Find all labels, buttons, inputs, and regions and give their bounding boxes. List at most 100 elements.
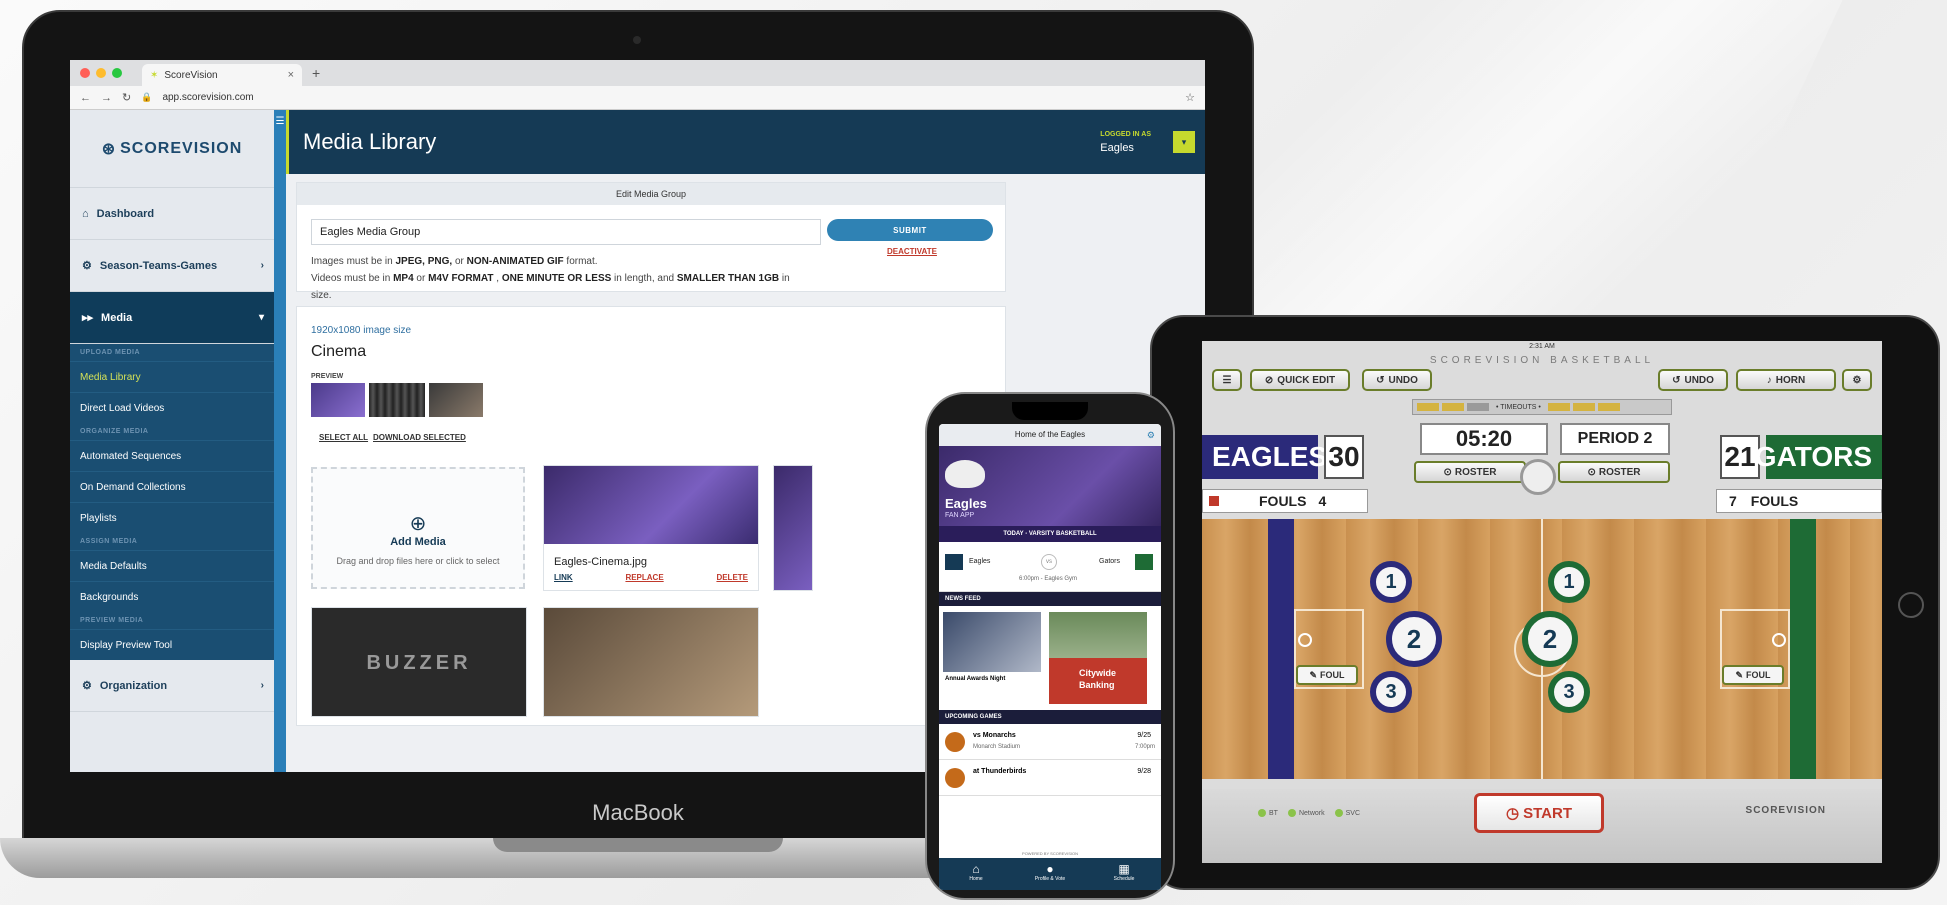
hamburger-menu-icon[interactable]: ☰ xyxy=(274,116,286,127)
page-title: Media Library xyxy=(303,129,437,154)
news-photo[interactable] xyxy=(943,612,1041,672)
away-player-1[interactable]: 1 xyxy=(1548,561,1590,603)
back-icon[interactable]: ← xyxy=(80,92,91,104)
settings-icon[interactable]: ⚙ xyxy=(1147,424,1155,446)
preview-thumbnail[interactable] xyxy=(311,383,365,417)
laptop-notch xyxy=(493,838,783,852)
home-fouls-count[interactable]: 4 xyxy=(1318,493,1326,509)
timeout-indicator[interactable] xyxy=(1417,403,1439,411)
sidebar-item-organization[interactable]: ⚙ Organization › xyxy=(70,660,274,712)
image-size-label: 1920x1080 image size xyxy=(311,325,412,336)
select-all-link[interactable]: SELECT ALL xyxy=(319,433,368,442)
tab-schedule[interactable]: ▦ Schedule xyxy=(1087,858,1161,890)
game-time: 6:00pm - Eagles Gym xyxy=(1019,576,1078,582)
todays-game[interactable]: Eagles vs Gators 6:00pm - Eagles Gym xyxy=(939,542,1161,592)
download-selected-link[interactable]: DOWNLOAD SELECTED xyxy=(373,433,466,442)
replace-button[interactable]: REPLACE xyxy=(625,573,663,582)
undo-home-button[interactable]: ↺ UNDO xyxy=(1362,369,1432,391)
timeout-indicator[interactable] xyxy=(1572,403,1595,411)
media-item-card[interactable] xyxy=(773,465,813,591)
settings-button[interactable]: ⚙ xyxy=(1842,369,1872,391)
media-thumbnail[interactable]: BUZZER BEATER xyxy=(311,607,527,717)
media-thumbnail[interactable] xyxy=(544,466,758,544)
away-hoop-icon xyxy=(1772,633,1786,647)
media-item-card[interactable]: Eagles-Cinema.jpg LINK REPLACE DELETE xyxy=(543,465,759,591)
away-team-logo xyxy=(1135,554,1153,570)
menu-button[interactable]: ☰ xyxy=(1212,369,1242,391)
close-window-icon[interactable] xyxy=(80,68,90,78)
timeout-indicator[interactable] xyxy=(1547,403,1570,411)
bookmark-star-icon[interactable]: ☆ xyxy=(1185,91,1195,104)
maximize-window-icon[interactable] xyxy=(112,68,122,78)
away-roster-button[interactable]: ⊙ ROSTER xyxy=(1558,461,1670,483)
browser-tab[interactable]: ✶ ScoreVision × xyxy=(142,64,302,86)
sidebar-item-label: Media xyxy=(101,311,133,324)
undo-away-button[interactable]: ↺ UNDO xyxy=(1658,369,1728,391)
submenu-item-backgrounds[interactable]: Backgrounds xyxy=(70,581,274,612)
new-tab-button[interactable]: + xyxy=(312,65,320,81)
preview-thumbnail[interactable] xyxy=(369,383,425,417)
tab-home[interactable]: ⌂ Home xyxy=(939,858,1013,890)
tab-close-icon[interactable]: × xyxy=(288,69,294,81)
timeout-indicator[interactable] xyxy=(1597,403,1620,411)
timeout-indicator[interactable] xyxy=(1467,403,1489,411)
home-roster-button[interactable]: ⊙ ROSTER xyxy=(1414,461,1526,483)
submit-button[interactable]: SUBMIT xyxy=(827,219,993,241)
reload-icon[interactable]: ↻ xyxy=(122,91,131,104)
sponsor-ad[interactable]: Citywide Banking xyxy=(1049,612,1147,704)
sidebar-item-season-teams-games[interactable]: ⚙ Season-Teams-Games › xyxy=(70,240,274,292)
clock-icon: ◷ xyxy=(1506,805,1520,822)
home-score[interactable]: 30 xyxy=(1324,435,1364,479)
tablet-home-button[interactable] xyxy=(1898,592,1924,618)
away-fouls-count[interactable]: 7 xyxy=(1729,493,1737,509)
preview-thumbnail[interactable] xyxy=(429,383,483,417)
home-player-1[interactable]: 1 xyxy=(1370,561,1412,603)
user-menu-button[interactable]: ▾ xyxy=(1173,131,1195,153)
minimize-window-icon[interactable] xyxy=(96,68,106,78)
start-clock-button[interactable]: ◷ START xyxy=(1474,793,1604,833)
possession-logo-icon[interactable] xyxy=(1520,459,1556,495)
submenu-item-on-demand-collections[interactable]: On Demand Collections xyxy=(70,471,274,502)
home-foul-button[interactable]: ✎ FOUL xyxy=(1296,665,1358,685)
game-clock[interactable]: 05:20 xyxy=(1420,423,1548,455)
upcoming-game[interactable]: at Thunderbirds 9/28 xyxy=(939,760,1161,796)
url-field[interactable]: app.scorevision.com xyxy=(162,92,1175,103)
undo-icon: ↺ xyxy=(1672,374,1681,386)
away-team-name: GATORS xyxy=(1755,435,1882,479)
scorevision-logo[interactable]: ⊛ SCOREVISION xyxy=(70,110,274,188)
home-player-3[interactable]: 3 xyxy=(1370,671,1412,713)
tab-profile-vote[interactable]: ● Profile & Vote xyxy=(1013,858,1087,890)
submenu-item-direct-load-videos[interactable]: Direct Load Videos xyxy=(70,392,274,423)
sidebar-item-dashboard[interactable]: ⌂ Dashboard xyxy=(70,188,274,240)
away-foul-button[interactable]: ✎ FOUL xyxy=(1722,665,1784,685)
sidebar-item-media[interactable]: ▸▸ Media ▾ xyxy=(70,292,274,344)
timeout-indicator[interactable] xyxy=(1442,403,1464,411)
trophy-icon: ⚙ xyxy=(82,260,92,272)
submenu-item-automated-sequences[interactable]: Automated Sequences xyxy=(70,440,274,471)
submenu-item-playlists[interactable]: Playlists xyxy=(70,502,274,533)
upcoming-game[interactable]: vs Monarchs Monarch Stadium 9/25 7:00pm xyxy=(939,724,1161,760)
phone-header-title: Home of the Eagles xyxy=(1014,430,1086,439)
status-bt: BT xyxy=(1258,809,1278,817)
scoreboard-brand: SCOREVISION xyxy=(1745,805,1826,816)
home-player-2[interactable]: 2 xyxy=(1386,611,1442,667)
submenu-item-media-library[interactable]: Media Library xyxy=(70,361,274,392)
horn-button[interactable]: ♪ HORN xyxy=(1736,369,1836,391)
media-thumbnail[interactable] xyxy=(543,607,759,717)
delete-button[interactable]: DELETE xyxy=(716,573,748,582)
forward-icon[interactable]: → xyxy=(101,92,112,104)
submenu-item-media-defaults[interactable]: Media Defaults xyxy=(70,550,274,581)
quick-edit-button[interactable]: ⊘ QUICK EDIT xyxy=(1250,369,1350,391)
fan-app-hero: Eagles FAN APP TODAY - VARSITY BASKETBAL… xyxy=(939,446,1161,542)
deactivate-link[interactable]: DEACTIVATE xyxy=(887,247,937,256)
venue: Monarch Stadium xyxy=(973,744,1021,750)
sidebar-item-label: Dashboard xyxy=(96,207,155,220)
media-group-name-input[interactable]: Eagles Media Group xyxy=(311,219,821,245)
period-display[interactable]: PERIOD 2 xyxy=(1560,423,1670,455)
link-button[interactable]: LINK xyxy=(554,573,573,582)
submenu-item-display-preview-tool[interactable]: Display Preview Tool xyxy=(70,629,274,660)
add-media-dropzone[interactable]: ⊕ Add Media Drag and drop files here or … xyxy=(311,467,525,589)
away-player-2[interactable]: 2 xyxy=(1522,611,1578,667)
news-caption: Annual Awards Night xyxy=(945,676,1006,682)
away-player-3[interactable]: 3 xyxy=(1548,671,1590,713)
